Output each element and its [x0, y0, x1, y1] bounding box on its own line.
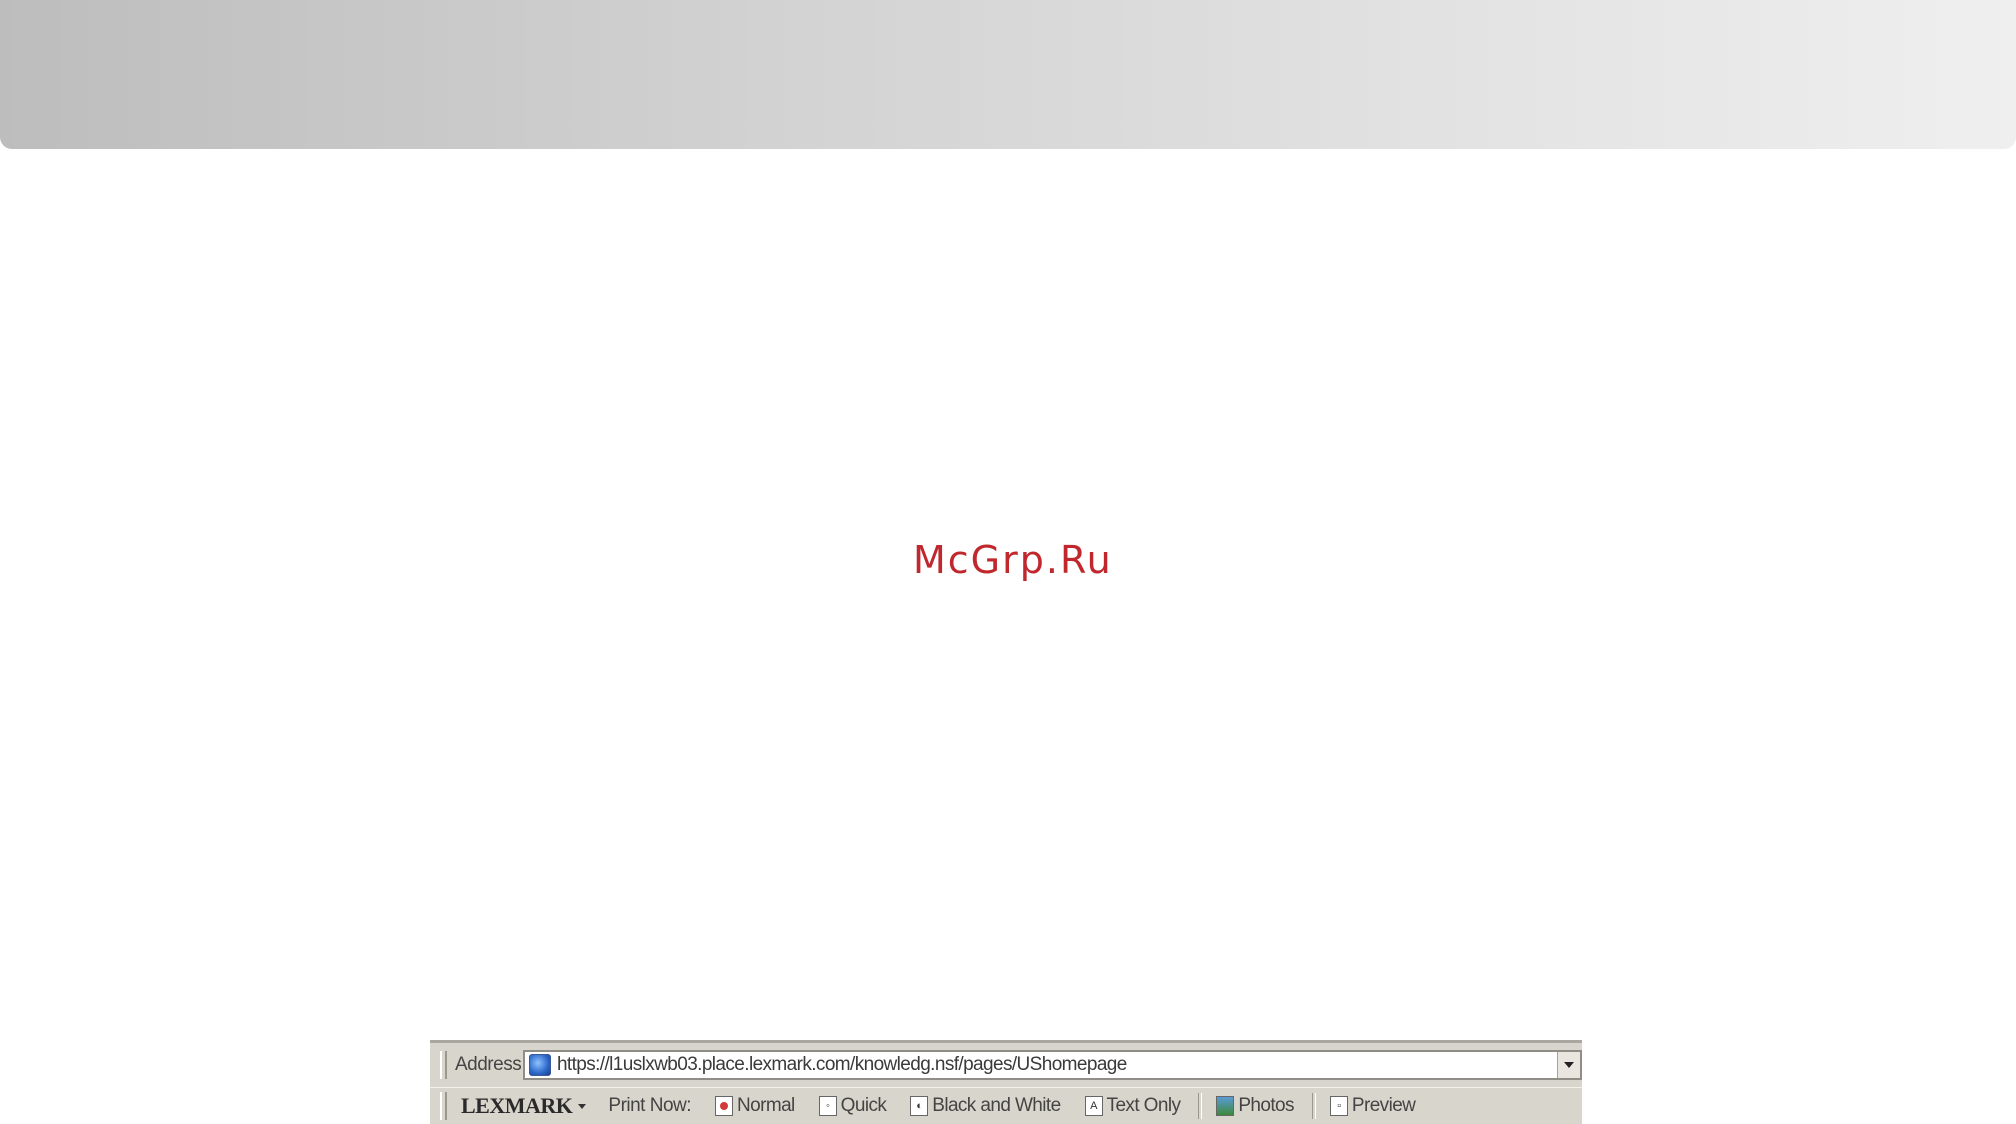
- print-normal-button[interactable]: Normal: [715, 1095, 795, 1117]
- toolbar-separator: [1198, 1093, 1203, 1119]
- print-preview-label: Preview: [1351, 1095, 1416, 1116]
- print-bw-label: Black and White: [932, 1095, 1061, 1116]
- browser-toolbar-screenshot: Address https://l1uslxwb03.place.lexmark…: [430, 1040, 1582, 1124]
- print-text-label: Text Only: [1106, 1095, 1181, 1116]
- address-bar: Address https://l1uslxwb03.place.lexmark…: [430, 1047, 1582, 1083]
- watermark: McGrp.Ru: [913, 538, 1113, 582]
- print-quick-button[interactable]: ◦ Quick: [818, 1095, 887, 1117]
- print-now-label: Print Now:: [608, 1095, 692, 1116]
- chevron-down-icon: [1564, 1062, 1574, 1068]
- header-band: [0, 0, 2016, 149]
- print-photos-icon: [1216, 1096, 1235, 1116]
- document-page: McGrp.Ru Address https://l1uslxwb03.plac…: [0, 0, 2016, 1124]
- lexmark-toolbar: LEXMARK Print Now: Normal ◦ Quick ◐ Blac…: [430, 1087, 1582, 1124]
- address-url[interactable]: https://l1uslxwb03.place.lexmark.com/kno…: [557, 1054, 1127, 1076]
- print-text-button[interactable]: A Text Only: [1084, 1095, 1181, 1117]
- toolbar-grip[interactable]: [440, 1051, 447, 1079]
- print-photos-button[interactable]: Photos: [1216, 1095, 1295, 1117]
- print-bw-button[interactable]: ◐ Black and White: [910, 1095, 1061, 1117]
- print-bw-icon: ◐: [910, 1096, 929, 1116]
- toolbar-separator: [1311, 1093, 1316, 1119]
- toolbar-grip[interactable]: [440, 1092, 447, 1120]
- print-quick-label: Quick: [840, 1095, 887, 1116]
- print-normal-label: Normal: [737, 1095, 795, 1116]
- print-preview-button[interactable]: ▫ Preview: [1329, 1095, 1416, 1117]
- print-photos-label: Photos: [1238, 1095, 1294, 1116]
- ie-page-icon: [528, 1054, 551, 1076]
- print-quick-icon: ◦: [818, 1096, 837, 1116]
- print-text-icon: A: [1084, 1096, 1103, 1116]
- chevron-down-icon[interactable]: [578, 1103, 587, 1109]
- address-label: Address: [455, 1054, 522, 1075]
- lexmark-brand-button[interactable]: LEXMARK: [461, 1093, 573, 1119]
- print-normal-icon: [715, 1096, 734, 1116]
- address-dropdown-button[interactable]: [1557, 1052, 1580, 1078]
- print-preview-icon: ▫: [1329, 1096, 1348, 1116]
- address-input[interactable]: https://l1uslxwb03.place.lexmark.com/kno…: [522, 1050, 1582, 1080]
